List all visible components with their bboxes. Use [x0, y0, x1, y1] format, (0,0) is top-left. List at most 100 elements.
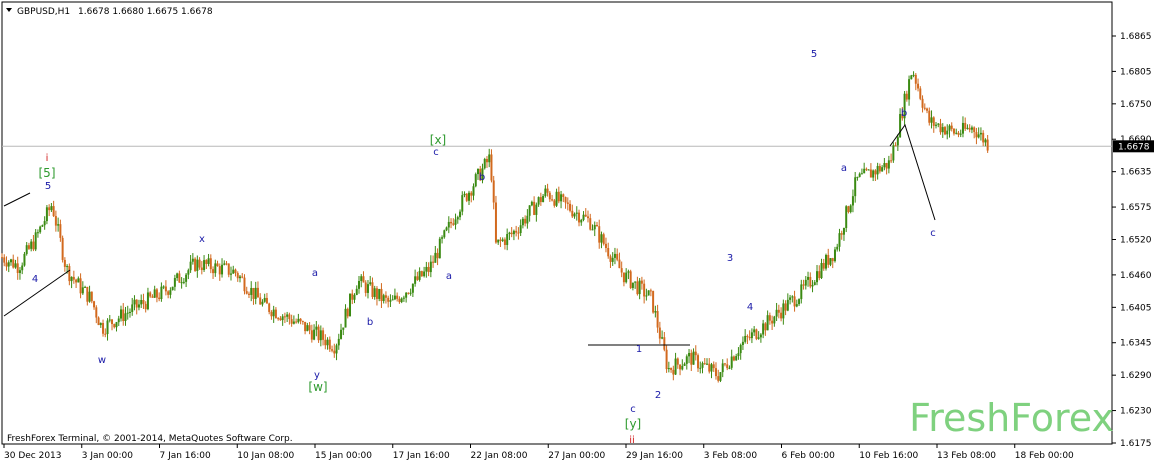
candle-body	[194, 258, 197, 271]
candle-body	[663, 337, 666, 350]
candle-body	[292, 321, 295, 324]
wave-label-blue: 4	[747, 302, 753, 313]
candle-body	[317, 326, 320, 341]
candle-body	[272, 309, 275, 317]
candle-body	[117, 318, 120, 323]
candle-body	[849, 205, 852, 213]
candle-body	[510, 232, 513, 235]
candle-body	[212, 269, 215, 274]
candle-body	[434, 252, 437, 263]
candle-body	[223, 263, 226, 265]
candle-body	[414, 276, 417, 284]
candle-body	[622, 272, 625, 283]
candle-body	[800, 284, 803, 300]
candle-body	[910, 75, 913, 80]
candle-body	[342, 327, 345, 330]
candle-body	[380, 288, 383, 302]
candle-body	[546, 188, 549, 193]
candle-body	[137, 304, 140, 308]
candle-body	[860, 173, 863, 175]
candle-body	[512, 230, 515, 235]
wave-label-blue: 3	[727, 253, 733, 264]
candle-body	[483, 159, 486, 169]
candle-body	[23, 253, 26, 266]
candle-body	[382, 295, 385, 302]
candle-body	[93, 301, 96, 308]
candle-body	[9, 259, 12, 263]
candle-body	[604, 243, 607, 249]
candle-body	[169, 290, 172, 295]
candle-body	[461, 195, 464, 212]
candle-body	[737, 353, 740, 357]
candle-body	[238, 276, 241, 279]
candle-body	[508, 232, 511, 234]
candle-body	[620, 268, 623, 273]
candle-body	[679, 364, 682, 370]
candle-body	[739, 344, 742, 354]
candle-body	[926, 108, 929, 111]
candle-body	[928, 110, 931, 123]
candle-body	[661, 337, 664, 339]
candle-body	[279, 318, 282, 321]
candle-body	[43, 221, 46, 226]
candle-body	[349, 293, 352, 317]
candle-body	[726, 364, 729, 369]
candle-body	[975, 132, 978, 138]
candle-body	[625, 272, 628, 283]
candle-body	[463, 193, 466, 196]
candle-body	[472, 186, 475, 196]
candle-body	[61, 237, 64, 260]
candle-body	[326, 339, 329, 346]
wave-label-blue: x	[199, 234, 205, 245]
candle-body	[351, 293, 354, 300]
candle-body	[804, 279, 807, 286]
time-tick-label: 18 Feb 00:00	[1015, 451, 1074, 461]
candle-body	[896, 137, 899, 146]
candle-body	[571, 210, 574, 217]
candle-body	[393, 295, 396, 300]
candle-body	[688, 352, 691, 357]
candle-body	[443, 230, 446, 238]
candle-body	[497, 239, 500, 243]
candle-body	[795, 304, 798, 307]
candle-body	[780, 312, 783, 319]
candle-body	[167, 291, 170, 295]
candle-body	[131, 304, 134, 312]
candle-body	[813, 282, 816, 285]
time-tick-label: 30 Dec 2013	[4, 451, 62, 461]
candle-body	[961, 122, 964, 134]
candle-body	[57, 224, 60, 226]
candle-body	[636, 281, 639, 295]
wave-label-green: [w]	[308, 380, 327, 394]
candle-body	[68, 266, 71, 282]
wave-label-red: i	[46, 153, 49, 164]
candle-body	[79, 278, 82, 294]
candle-body	[7, 262, 10, 267]
candle-body	[768, 315, 771, 321]
candle-body	[113, 324, 116, 328]
candle-body	[218, 266, 221, 275]
candle-body	[982, 132, 985, 143]
candle-body	[885, 163, 888, 169]
candle-body	[133, 299, 136, 305]
candle-body	[185, 274, 188, 282]
candle-body	[402, 297, 405, 299]
candle-body	[232, 269, 235, 274]
candle-body	[863, 168, 866, 174]
candle-body	[182, 281, 185, 283]
candle-body	[892, 145, 895, 161]
candle-body	[97, 317, 100, 326]
candle-body	[41, 225, 44, 227]
candle-body	[634, 281, 637, 283]
candle-body	[618, 259, 621, 269]
candle-body	[216, 263, 219, 267]
candle-body	[674, 358, 677, 375]
candle-body	[822, 262, 825, 269]
candle-body	[418, 271, 421, 280]
candle-body	[411, 283, 414, 293]
candle-body	[243, 277, 246, 292]
candle-body	[221, 264, 224, 275]
candle-body	[429, 261, 432, 273]
candle-body	[775, 309, 778, 317]
wave-label-green: [5]	[39, 166, 56, 180]
